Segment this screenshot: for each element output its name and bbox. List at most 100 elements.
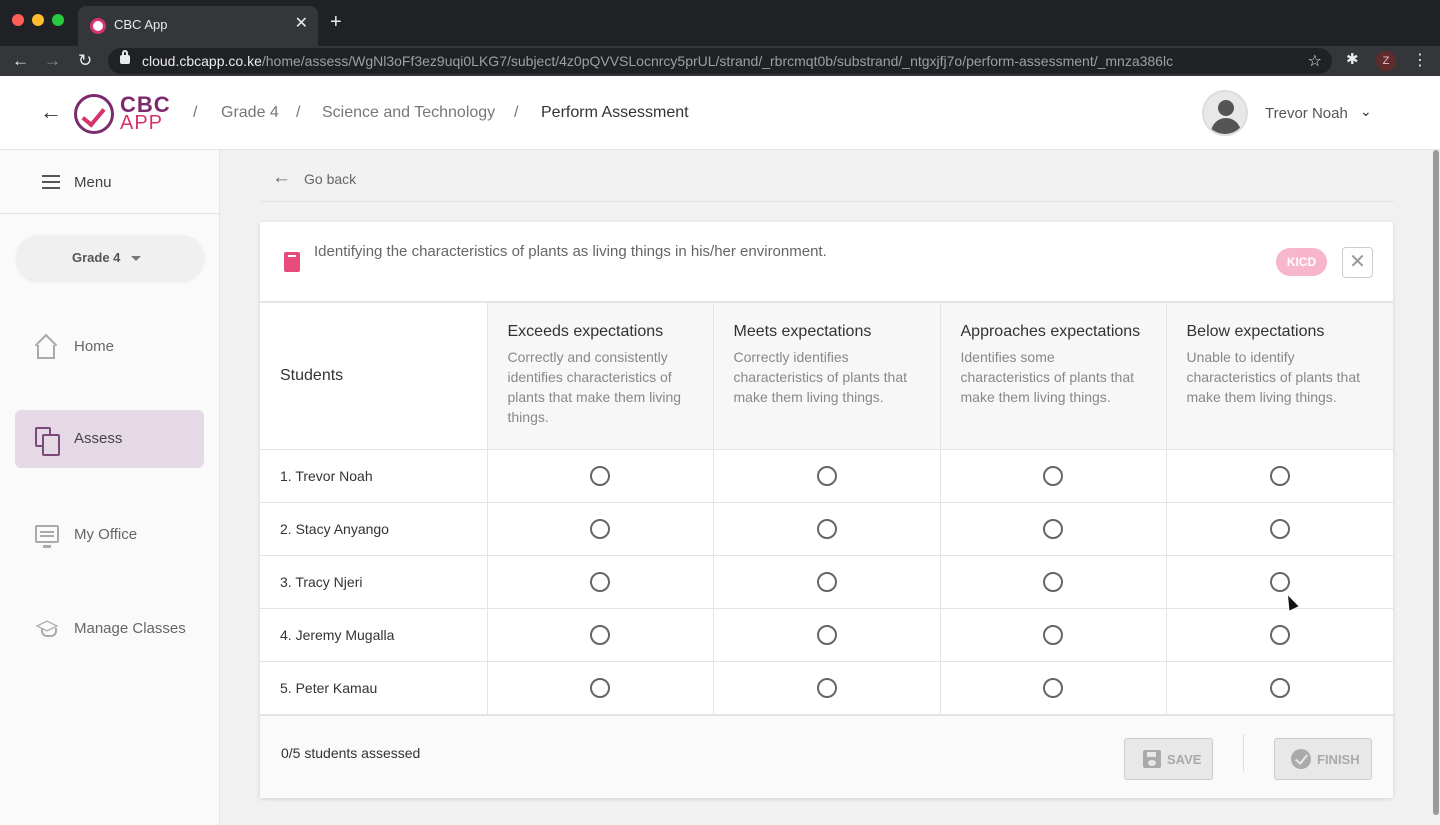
menu-toggle[interactable]: Menu: [0, 150, 220, 214]
check-circle-icon: [1291, 749, 1311, 769]
url-text[interactable]: cloud.cbcapp.co.ke/home/assess/WgNl3oFf3…: [142, 53, 1173, 69]
new-tab-icon[interactable]: +: [330, 12, 342, 32]
level-description: Unable to identify characteristics of pl…: [1186, 349, 1361, 405]
breadcrumb-separator: /: [296, 104, 301, 121]
assessment-card: Identifying the characteristics of plant…: [260, 222, 1393, 798]
table-row: 4. Jeremy Mugalla: [260, 608, 1393, 662]
radio-meets[interactable]: [816, 466, 837, 486]
breadcrumb-grade[interactable]: Grade 4: [221, 104, 279, 122]
floppy-disk-icon: [1143, 750, 1161, 768]
radio-below[interactable]: [1269, 572, 1290, 592]
divider: [260, 201, 1394, 202]
radio-below[interactable]: [1269, 678, 1290, 698]
students-column-header: Students: [260, 302, 488, 450]
user-avatar[interactable]: [1202, 90, 1248, 136]
address-bar[interactable]: cloud.cbcapp.co.ke/home/assess/WgNl3oFf3…: [108, 48, 1332, 74]
user-name[interactable]: Trevor Noah: [1265, 105, 1348, 122]
radio-cell: [939, 608, 1167, 662]
level-title: Below expectations: [1186, 323, 1325, 340]
radio-meets[interactable]: [816, 625, 837, 645]
graduation-cap-icon: [35, 622, 59, 637]
table-row: 2. Stacy Anyango: [260, 502, 1393, 556]
level-description: Correctly and consistently identifies ch…: [507, 349, 682, 425]
header-back-arrow-icon[interactable]: ←: [40, 100, 62, 124]
reload-icon[interactable]: ↻: [78, 50, 92, 72]
radio-cell: [712, 555, 941, 609]
radio-cell: [712, 661, 941, 715]
radio-exceeds[interactable]: [590, 466, 610, 486]
tab-title: CBC App: [114, 17, 168, 32]
sidebar-item-label: My Office: [74, 526, 138, 543]
table-row: 1. Trevor Noah: [260, 449, 1393, 503]
window-minimize-dot[interactable]: [32, 14, 44, 26]
radio-cell: [712, 449, 941, 503]
url-domain: cloud.cbcapp.co.ke: [142, 53, 262, 69]
radio-meets[interactable]: [816, 519, 837, 539]
browser-profile-avatar[interactable]: Z: [1376, 51, 1396, 71]
radio-cell: [486, 502, 714, 556]
radio-below[interactable]: [1269, 466, 1290, 486]
radio-meets[interactable]: [816, 572, 837, 592]
radio-approaches[interactable]: [1043, 625, 1063, 645]
breadcrumb-current: Perform Assessment: [541, 104, 689, 121]
sidebar-item-manage-classes[interactable]: Manage Classes: [15, 600, 204, 658]
table-row: 5. Peter Kamau: [260, 661, 1393, 715]
radio-cell: [939, 502, 1167, 556]
browser-back-icon[interactable]: ←: [12, 50, 29, 72]
scrollbar[interactable]: [1432, 150, 1440, 825]
radio-exceeds[interactable]: [590, 572, 610, 592]
radio-cell: [939, 449, 1167, 503]
documents-icon: [35, 427, 60, 456]
table-row: 3. Tracy Njeri: [260, 555, 1393, 609]
radio-approaches[interactable]: [1043, 519, 1063, 539]
sidebar-item-label: Manage Classes: [74, 620, 186, 637]
browser-forward-icon[interactable]: →: [44, 50, 61, 72]
logo-text-bottom: APP: [120, 112, 164, 134]
finish-button[interactable]: FINISH: [1274, 738, 1372, 780]
grade-select[interactable]: Grade 4: [16, 235, 204, 281]
sidebar-item-home[interactable]: Home: [15, 318, 204, 376]
scrollbar-thumb[interactable]: [1433, 150, 1439, 815]
radio-cell: [939, 661, 1167, 715]
radio-approaches[interactable]: [1043, 572, 1063, 592]
browser-tab[interactable]: CBC App ✕: [78, 6, 318, 46]
assessment-grid: Students Exceeds expectations Correctly …: [260, 302, 1393, 715]
close-icon[interactable]: ✕: [1342, 247, 1373, 278]
window-zoom-dot[interactable]: [52, 14, 64, 26]
breadcrumb-separator: /: [514, 104, 519, 121]
url-path: /home/assess/WgNl3oFf3ez9uqi0LKG7/subjec…: [261, 53, 1174, 69]
save-button[interactable]: SAVE: [1124, 738, 1213, 780]
level-title: Meets expectations: [733, 323, 872, 340]
radio-below[interactable]: [1269, 519, 1290, 539]
chevron-down-icon[interactable]: ⌄: [1360, 103, 1372, 120]
radio-approaches[interactable]: [1043, 678, 1063, 698]
radio-approaches[interactable]: [1043, 466, 1063, 486]
app-header: ← CBC APP / Grade 4 / Science and Techno…: [0, 76, 1440, 150]
sidebar: Menu Grade 4 Home Assess My Office Manag…: [0, 150, 220, 825]
bookmark-star-icon[interactable]: ☆: [1308, 51, 1322, 71]
radio-cell: [486, 608, 714, 662]
radio-cell: [1165, 661, 1393, 715]
sidebar-item-my-office[interactable]: My Office: [15, 506, 204, 564]
radio-below[interactable]: [1269, 625, 1290, 645]
caret-down-icon: [131, 256, 141, 261]
tab-close-icon[interactable]: ✕: [295, 15, 308, 33]
level-header-meets: Meets expectations Correctly identifies …: [712, 302, 941, 450]
browser-toolbar: ← → ↻ cloud.cbcapp.co.ke/home/assess/WgN…: [0, 46, 1440, 76]
extensions-icon[interactable]: ✱: [1346, 50, 1359, 68]
window-close-dot[interactable]: [12, 14, 24, 26]
radio-exceeds[interactable]: [590, 678, 610, 698]
radio-exceeds[interactable]: [590, 519, 610, 539]
level-header-approaches: Approaches expectations Identifies some …: [939, 302, 1167, 450]
radio-cell: [486, 449, 714, 503]
radio-meets[interactable]: [816, 678, 837, 698]
radio-exceeds[interactable]: [590, 625, 610, 645]
browser-menu-icon[interactable]: ⋮: [1412, 50, 1428, 70]
level-title: Approaches expectations: [960, 323, 1141, 340]
student-name: 4. Jeremy Mugalla: [260, 608, 488, 662]
cbc-app-logo[interactable]: CBC APP: [74, 92, 178, 136]
breadcrumb-subject[interactable]: Science and Technology: [322, 104, 495, 122]
hamburger-icon: [42, 175, 60, 189]
arrow-left-icon: ←: [272, 167, 291, 188]
sidebar-item-assess[interactable]: Assess: [15, 410, 204, 468]
